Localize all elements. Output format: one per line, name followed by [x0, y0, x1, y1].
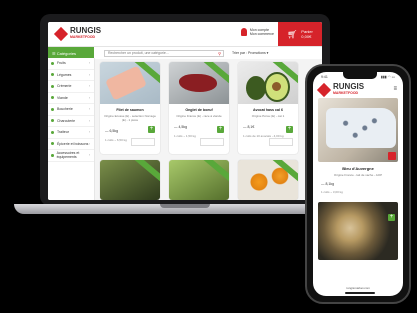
product-image-beef	[169, 62, 229, 104]
category-icon	[51, 96, 54, 100]
sidebar-item-epicerie[interactable]: Épicerie et boissons ›	[48, 139, 94, 150]
chevron-right-icon: ›	[88, 72, 90, 77]
category-icon	[51, 142, 54, 146]
sidebar-item-viande[interactable]: Viande ›	[48, 93, 94, 104]
promo-ribbon	[270, 160, 298, 185]
account-link[interactable]: Mon compte Mon commerce	[240, 28, 274, 36]
sidebar-item-cremerie[interactable]: Crèmerie ›	[48, 81, 94, 93]
search-icon: ⚲	[218, 50, 221, 56]
promo-ribbon	[132, 160, 160, 185]
chevron-right-icon: ›	[88, 130, 90, 135]
site-header: RUNGIS MARKETFOOD Mon compte Mon commerc…	[48, 22, 322, 47]
search-placeholder: Rechercher un produit, une catégorie...	[108, 51, 169, 55]
category-icon	[51, 107, 54, 111]
status-icons: ▮▮▮ ◠ ▭	[380, 75, 395, 79]
product-image-cheese	[318, 98, 398, 162]
search-input[interactable]: Rechercher un produit, une catégorie... …	[104, 49, 224, 57]
laptop-screen: RUNGIS MARKETFOOD Mon compte Mon commerc…	[48, 22, 322, 200]
category-icon	[51, 61, 54, 65]
chevron-right-icon: ›	[88, 141, 90, 146]
unit-selector[interactable]	[200, 138, 224, 146]
product-name: Onglet de boeuf	[185, 108, 213, 112]
mobile-product-name: Bleu d'Auvergne	[342, 166, 374, 171]
product-card[interactable]: Filet de saumon Origine Ecosse (E) - sel…	[100, 62, 160, 154]
product-card[interactable]: Avocat hass cal 6 Origine Pérou (E) - ca…	[238, 62, 298, 154]
badge-icon	[388, 152, 396, 160]
chevron-right-icon: ›	[88, 107, 90, 112]
product-description: Origine Ecosse (E) - selection Norvège (…	[104, 114, 156, 122]
product-card[interactable]	[238, 160, 298, 200]
sidebar-item-boucherie[interactable]: Boucherie ›	[48, 104, 94, 116]
category-icon	[51, 130, 54, 134]
home-indicator	[345, 292, 375, 294]
product-card[interactable]	[169, 160, 229, 200]
account-text: Mon compte Mon commerce	[249, 28, 274, 36]
add-to-cart-button[interactable]: +	[148, 126, 155, 133]
sidebar-item-traiteur[interactable]: Traiteur ›	[48, 127, 94, 139]
promo-ribbon	[201, 160, 229, 185]
unit-selector[interactable]	[131, 138, 155, 146]
cart-text: Panier 0,00€	[301, 29, 313, 39]
user-icon	[240, 28, 247, 36]
sidebar-item-charcuterie[interactable]: Charcuterie ›	[48, 116, 94, 127]
add-to-cart-button[interactable]: +	[286, 126, 293, 133]
chevron-right-icon: ›	[88, 118, 90, 123]
category-sidebar: Fruits › Légumes › Crèmerie › Viande › Bouch…	[48, 58, 95, 200]
mobile-logo[interactable]: RUNGIS MARKETFOOD	[316, 82, 365, 98]
chevron-right-icon: ›	[88, 61, 90, 66]
chevron-right-icon: ›	[88, 95, 90, 100]
product-name: Filet de saumon	[116, 108, 144, 112]
product-grid: Filet de saumon Origine Ecosse (E) - sel…	[100, 62, 298, 200]
product-name: Avocat hass cal 6	[252, 108, 284, 112]
sidebar-item-accessoires[interactable]: Accessoires et équipements ›	[48, 150, 94, 162]
rungis-logo-icon	[53, 26, 69, 42]
chevron-right-icon: ›	[88, 84, 90, 89]
category-icon	[51, 73, 54, 77]
mobile-product-unit: 1 colis ~ 3,00 kg	[321, 190, 343, 194]
mobile-header: RUNGIS MARKETFOOD ≡	[313, 82, 403, 98]
product-image-salmon	[100, 62, 160, 104]
chevron-right-icon: ›	[88, 153, 90, 158]
url-bar[interactable]: rungismarket.com	[313, 286, 403, 290]
rungis-logo-icon	[316, 82, 332, 98]
add-to-cart-button[interactable]: +	[217, 126, 224, 133]
unit-selector[interactable]	[269, 138, 293, 146]
logo-text: RUNGIS MARKETFOOD	[333, 82, 365, 96]
product-description: Origine France (E) - race à viande	[176, 114, 222, 118]
sort-dropdown[interactable]: Trier par : Promotions ▾	[232, 51, 268, 55]
product-image-avocado	[238, 62, 298, 104]
add-to-cart-button[interactable]: +	[388, 214, 395, 221]
logo-text: RUNGIS MARKETFOOD	[70, 26, 102, 40]
phone-frame: 9:41 ▮▮▮ ◠ ▭ RUNGIS MARKETFOOD ≡ Bleu d'…	[305, 64, 411, 304]
product-card[interactable]: Onglet de boeuf Origine France (E) - rac…	[169, 62, 229, 154]
phone-notch	[343, 72, 377, 79]
phone-screen: 9:41 ▮▮▮ ◠ ▭ RUNGIS MARKETFOOD ≡ Bleu d'…	[313, 72, 403, 296]
category-icon	[51, 153, 54, 157]
sidebar-item-legumes[interactable]: Légumes ›	[48, 70, 94, 81]
site-logo[interactable]: RUNGIS MARKETFOOD	[53, 26, 102, 42]
laptop-notch	[160, 204, 210, 208]
laptop-frame: RUNGIS MARKETFOOD Mon compte Mon commerc…	[40, 14, 330, 206]
hamburger-menu-icon[interactable]: ≡	[393, 86, 397, 92]
cart-icon: 🛒︎	[287, 29, 298, 39]
category-icon	[51, 119, 54, 123]
status-time: 9:41	[321, 75, 328, 79]
cart-button[interactable]: 🛒︎ Panier 0,00€	[278, 22, 322, 46]
product-description: Origine Pérou (E) - cat 1	[251, 114, 285, 118]
product-image-walnuts	[318, 202, 398, 260]
mobile-product-description: Origine France - lait de vache - AOP	[333, 173, 383, 177]
sidebar-item-fruits[interactable]: Fruits ›	[48, 58, 94, 70]
product-card[interactable]	[100, 160, 160, 200]
category-icon	[51, 84, 54, 88]
mobile-product-price: — 8,1kg	[321, 182, 335, 186]
